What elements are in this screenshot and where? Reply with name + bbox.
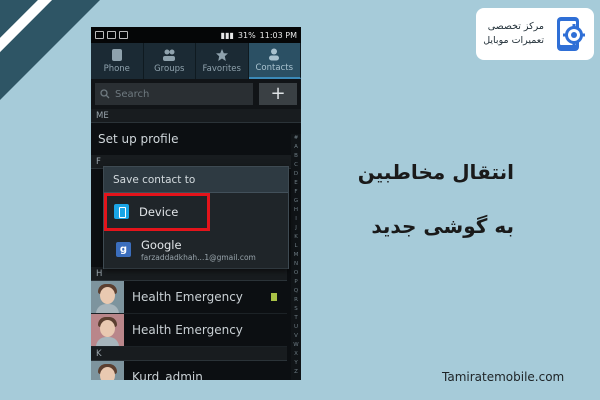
notification-icon xyxy=(107,31,116,39)
section-header-me: ME xyxy=(91,109,301,123)
status-bar: ▮▮▮ 31% 11:03 PM xyxy=(91,27,301,43)
contact-list: H Health Emergency Health Emergency K Ku… xyxy=(91,267,287,380)
tab-label: Groups xyxy=(154,64,185,74)
search-icon xyxy=(100,89,110,99)
signal-icon: ▮▮▮ xyxy=(220,30,234,40)
tab-favorites[interactable]: Favorites xyxy=(196,43,249,79)
contacts-icon xyxy=(269,48,280,61)
corner-decoration xyxy=(0,0,100,100)
setup-profile-row[interactable]: Set up profile xyxy=(91,123,301,155)
groups-icon xyxy=(163,49,176,61)
star-icon xyxy=(215,49,228,61)
headline-line-1: انتقال مخاطبین xyxy=(357,160,514,184)
search-row: Search + xyxy=(91,79,301,109)
battery-level: 31% xyxy=(237,30,256,40)
search-placeholder: Search xyxy=(115,88,150,100)
index-letter[interactable]: Y xyxy=(294,359,297,368)
option-label: Device xyxy=(139,204,179,219)
tab-phone[interactable]: Phone xyxy=(91,43,144,79)
google-account-email: farzaddadkhah...1@gmail.com xyxy=(141,252,256,262)
tab-label: Phone xyxy=(103,64,130,74)
tab-label: Favorites xyxy=(202,64,241,74)
contact-name: Health Emergency xyxy=(132,290,243,304)
option-label: Google xyxy=(141,237,182,252)
phone-screen: ▮▮▮ 31% 11:03 PM Phone Groups Favorites … xyxy=(91,27,301,380)
index-letter[interactable]: N xyxy=(294,260,298,269)
index-letter[interactable]: V xyxy=(294,332,298,341)
notification-icon xyxy=(95,31,104,39)
index-letter[interactable]: S xyxy=(294,305,298,314)
contact-name: Kurd_admin xyxy=(132,370,203,380)
tab-bar: Phone Groups Favorites Contacts xyxy=(91,43,301,79)
headline-line-2: به گوشی جدید xyxy=(371,214,514,238)
index-letter[interactable]: T xyxy=(294,314,297,323)
contact-row[interactable]: Health Emergency xyxy=(91,281,287,314)
index-letter[interactable]: A xyxy=(294,143,298,152)
tab-label: Contacts xyxy=(255,63,294,73)
search-input[interactable]: Search xyxy=(95,83,253,105)
phone-icon xyxy=(111,49,122,61)
avatar xyxy=(91,314,124,346)
brand-line-2: تعمیرات موبایل xyxy=(483,35,544,46)
index-letter[interactable]: F xyxy=(294,188,297,197)
index-letter[interactable]: Z xyxy=(294,368,298,377)
tab-contacts[interactable]: Contacts xyxy=(248,43,301,79)
index-letter[interactable]: M xyxy=(294,251,299,260)
save-to-google-option[interactable]: g Google farzaddadkhah...1@gmail.com xyxy=(104,231,288,269)
notification-icon xyxy=(119,31,128,39)
brand-logo: مرکز تخصصی تعمیرات موبایل xyxy=(476,8,594,60)
add-contact-button[interactable]: + xyxy=(259,83,297,105)
save-to-device-option[interactable]: Device xyxy=(104,193,210,231)
index-letter[interactable]: X xyxy=(294,350,298,359)
index-letter[interactable]: Q xyxy=(294,287,298,296)
device-icon xyxy=(114,204,129,219)
contact-name: Health Emergency xyxy=(132,323,243,337)
index-letter[interactable]: # xyxy=(294,134,299,143)
index-letter[interactable]: W xyxy=(293,341,298,350)
avatar xyxy=(91,281,124,313)
index-letter[interactable]: P xyxy=(294,278,297,287)
contact-row[interactable]: Health Emergency xyxy=(91,314,287,347)
avatar xyxy=(91,361,124,380)
sim-icon xyxy=(271,293,277,301)
save-contact-dialog: Save contact to Device g Google farzadda… xyxy=(103,166,289,269)
brand-line-1: مرکز تخصصی xyxy=(487,21,544,32)
status-time: 11:03 PM xyxy=(259,30,297,40)
google-icon: g xyxy=(116,242,131,257)
website-url[interactable]: Tamiratemobile.com xyxy=(442,370,564,384)
phone-gear-icon xyxy=(557,17,585,51)
section-header-h: H xyxy=(91,267,287,281)
contact-row[interactable]: Kurd_admin xyxy=(91,361,287,380)
dialog-title: Save contact to xyxy=(104,167,288,193)
section-header-k: K xyxy=(91,347,287,361)
index-letter[interactable]: L xyxy=(294,242,297,251)
index-letter[interactable]: O xyxy=(294,269,298,278)
index-letter[interactable]: R xyxy=(294,296,298,305)
index-letter[interactable]: G xyxy=(294,197,298,206)
tab-groups[interactable]: Groups xyxy=(144,43,196,79)
index-letter[interactable]: U xyxy=(294,323,298,332)
